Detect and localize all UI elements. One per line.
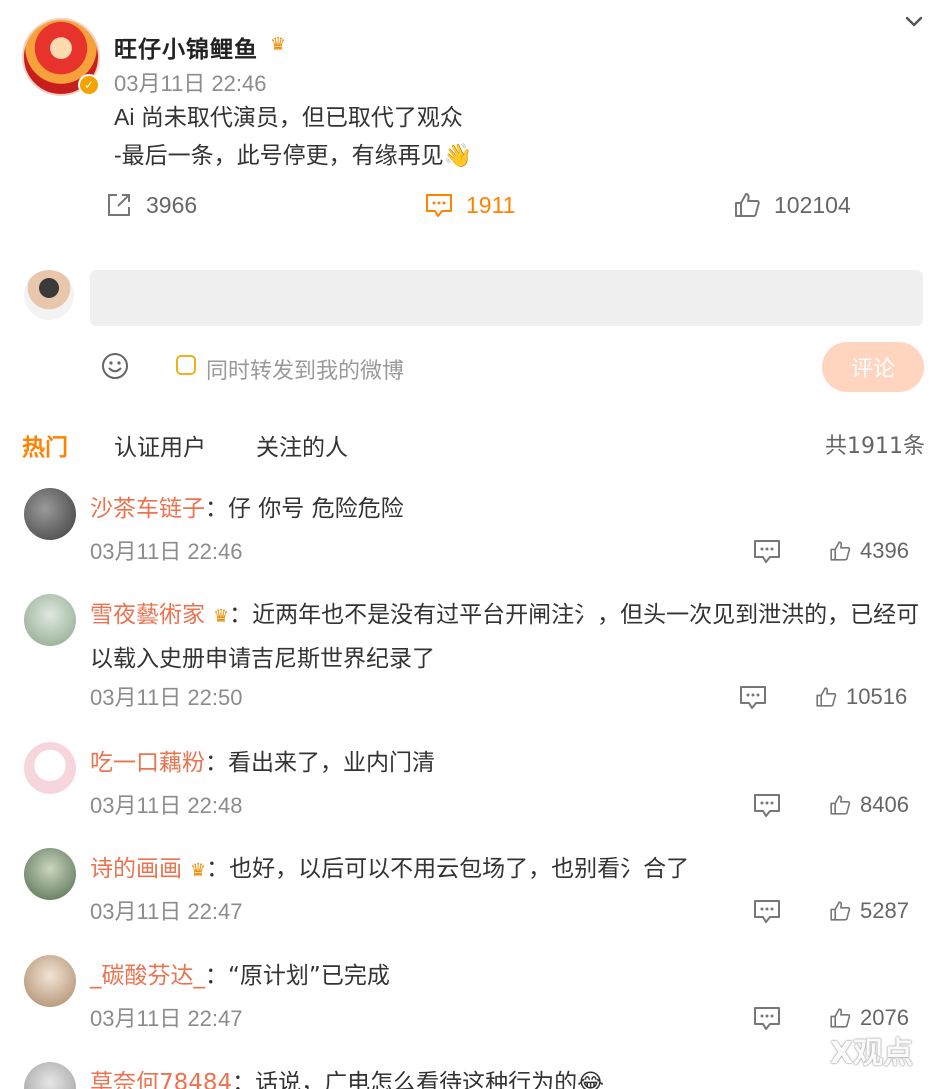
repost-count: 3966 [146, 191, 198, 218]
repost-checkbox-label[interactable]: 同时转发到我的微博 [206, 353, 404, 385]
post-text-line-1: Ai 尚未取代演员，但已取代了观众 [114, 104, 463, 130]
like-icon [830, 901, 851, 921]
watermark: X观点 [830, 1036, 914, 1071]
total-comment-count: 共1911条 [825, 434, 925, 459]
comment-username[interactable]: 草奈何78484 [90, 1070, 232, 1089]
post-author-name[interactable]: 旺仔小锦鲤鱼 [114, 30, 258, 64]
comment-separator: ： [206, 856, 230, 882]
tab-hot[interactable]: 热门 [22, 428, 68, 462]
comment-button[interactable]: 1911 [424, 188, 515, 222]
comment-like-button[interactable]: 4396 [828, 538, 909, 564]
comment-like-count: 8406 [860, 792, 909, 817]
reply-icon[interactable] [738, 682, 768, 712]
comment-text: 草奈何78484：话说，广电怎么看待这种行为的😂 [90, 1062, 930, 1089]
comment-username[interactable]: 雪夜藝術家 [90, 602, 205, 628]
crown-icon: ♛ [213, 606, 230, 627]
comment-body: “原计划”已完成 [228, 963, 390, 989]
post-timestamp[interactable]: 03月11日 22:46 [114, 66, 266, 98]
comment-username[interactable]: 吃一口藕粉 [90, 750, 205, 776]
comment-time[interactable]: 03月11日 22:50 [90, 680, 242, 712]
comment-like-button[interactable]: 8406 [828, 792, 909, 818]
like-icon [830, 795, 851, 815]
tab-following[interactable]: 关注的人 [256, 428, 348, 462]
comment-separator: ： [232, 1070, 256, 1089]
like-icon [830, 1008, 851, 1028]
like-button[interactable]: 102104 [732, 188, 851, 222]
comment-like-count: 10516 [846, 684, 908, 709]
like-icon [735, 193, 760, 217]
comment-separator: ： [205, 963, 228, 989]
comment-avatar[interactable] [24, 848, 76, 900]
comment-avatar[interactable] [24, 742, 76, 794]
current-user-avatar [24, 270, 74, 320]
crown-icon: ♛ [270, 34, 287, 55]
comment-avatar[interactable] [24, 955, 76, 1007]
comment-time[interactable]: 03月11日 22:46 [90, 534, 242, 566]
comment-username[interactable]: 诗的画画 [90, 856, 182, 882]
comment-like-button[interactable]: 5287 [828, 898, 909, 924]
like-icon [816, 687, 837, 707]
crown-icon: ♛ [190, 860, 207, 881]
reply-icon[interactable] [752, 896, 782, 926]
verified-icon: ✓ [78, 74, 100, 96]
comment-like-button[interactable]: 10516 [814, 684, 907, 710]
comment-text: 雪夜藝術家 ♛：近两年也不是没有过平台开闸注氵，但头一次见到泄洪的，已经可以载入史… [90, 594, 930, 680]
comment-username[interactable]: 沙茶车链子 [90, 496, 205, 522]
comment-separator: ： [229, 602, 253, 628]
chevron-down-icon[interactable] [900, 8, 928, 36]
comment-like-count: 4396 [860, 538, 909, 563]
comment-time[interactable]: 03月11日 22:48 [90, 788, 242, 820]
comment-body: 仔 你号 危险危险 [228, 496, 404, 522]
comment-time[interactable]: 03月11日 22:47 [90, 894, 242, 926]
comment-time[interactable]: 03月11日 22:47 [90, 1001, 242, 1033]
comment-input[interactable] [90, 270, 923, 326]
comment-separator: ： [205, 496, 228, 522]
like-count: 102104 [774, 191, 851, 218]
comment-body: 也好，以后可以不用云包场了，也别看氵合了 [229, 856, 690, 882]
reply-icon[interactable] [752, 1003, 782, 1033]
repost-checkbox[interactable] [176, 355, 196, 375]
comment-body: 看出来了，业内门清 [228, 750, 435, 776]
comment-body: 话说，广电怎么看待这种行为的😂 [255, 1070, 605, 1089]
post-text-line-2: -最后一条，此号停更，有缘再见👋 [114, 142, 473, 168]
comment-avatar[interactable] [24, 594, 76, 646]
comment-separator: ： [205, 750, 228, 776]
comment-text: 沙茶车链子：仔 你号 危险危险 [90, 488, 930, 530]
submit-comment-button[interactable]: 评论 [822, 342, 924, 392]
comment-text: 吃一口藕粉：看出来了，业内门清 [90, 742, 930, 784]
like-icon [830, 541, 851, 561]
repost-button[interactable]: 3966 [104, 188, 197, 222]
comment-icon [426, 194, 452, 217]
reply-icon[interactable] [752, 790, 782, 820]
comment-like-count: 5287 [860, 898, 909, 923]
comment-avatar[interactable] [24, 488, 76, 540]
repost-icon [108, 194, 130, 216]
comment-text: _碳酸芬达_：“原计划”已完成 [90, 955, 930, 997]
comment-text: 诗的画画 ♛：也好，以后可以不用云包场了，也别看氵合了 [90, 848, 930, 892]
reply-icon[interactable] [752, 536, 782, 566]
comment-count: 1911 [466, 191, 516, 218]
smile-icon[interactable] [100, 351, 130, 381]
tab-verified-users[interactable]: 认证用户 [114, 428, 206, 462]
comment-avatar[interactable] [24, 1062, 76, 1089]
comment-username[interactable]: _碳酸芬达_ [90, 963, 205, 989]
